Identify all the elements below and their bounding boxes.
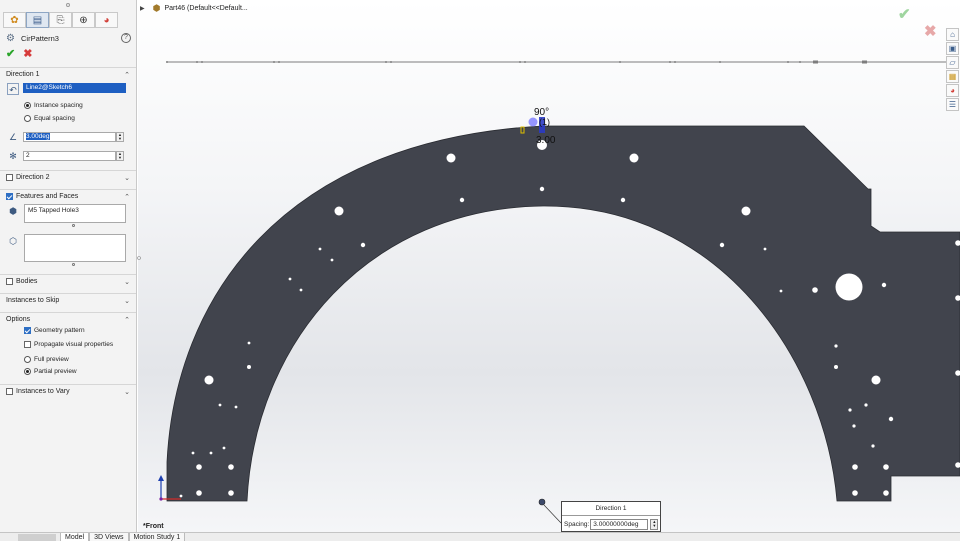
custom-properties-icon[interactable]: ☰ (946, 98, 959, 111)
part-body[interactable] (166, 125, 960, 502)
tab-3d-views[interactable]: 3D Views (89, 532, 129, 541)
confirm-ok-icon[interactable]: ✔ (898, 5, 911, 23)
direction-callout: Direction 1 Spacing: 3.00000000deg ▲ ▼ (561, 501, 661, 532)
tab-scroll-arrows[interactable] (18, 533, 56, 541)
tab-motion-study[interactable]: Motion Study 1 (128, 532, 186, 541)
callout-leader (543, 504, 562, 524)
confirm-cancel-icon[interactable]: ✖ (924, 22, 937, 40)
bottom-tab-bar: Model 3D Views Motion Study 1 (0, 532, 960, 541)
dimension-spacing[interactable]: 3.00 (536, 135, 555, 146)
callout-spacing-field[interactable]: 3.00000000deg (590, 518, 649, 530)
view-palette-icon[interactable]: ▦ (946, 70, 959, 83)
callout-label: Spacing: (564, 520, 590, 528)
expand-arrow-icon[interactable]: ▶ (140, 5, 145, 12)
part-icon: ⬢ (152, 3, 161, 13)
part-name[interactable]: Part46 (Default<<Default... (164, 5, 247, 12)
dimension-count[interactable]: (1) (539, 117, 550, 127)
design-library-icon[interactable]: ▣ (946, 42, 959, 55)
callout-spinner[interactable]: ▲ ▼ (650, 518, 659, 530)
tab-model[interactable]: Model (60, 532, 90, 541)
appearances-icon[interactable]: ◕ (946, 84, 959, 97)
task-pane: ⌂ ▣ ▱ ▦ ◕ ☰ (946, 28, 960, 116)
callout-anchor[interactable] (538, 498, 546, 506)
model-viewport[interactable] (0, 0, 960, 532)
callout-row: Spacing: 3.00000000deg ▲ ▼ (562, 516, 660, 532)
splitter-handle[interactable] (137, 256, 141, 260)
file-explorer-icon[interactable]: ▱ (946, 56, 959, 69)
view-orientation-label: *Front (143, 523, 164, 530)
feature-tree-flyout[interactable]: ▶ ⬢ Part46 (Default<<Default... (140, 3, 248, 14)
home-icon[interactable]: ⌂ (946, 28, 959, 41)
callout-title: Direction 1 (562, 502, 660, 516)
